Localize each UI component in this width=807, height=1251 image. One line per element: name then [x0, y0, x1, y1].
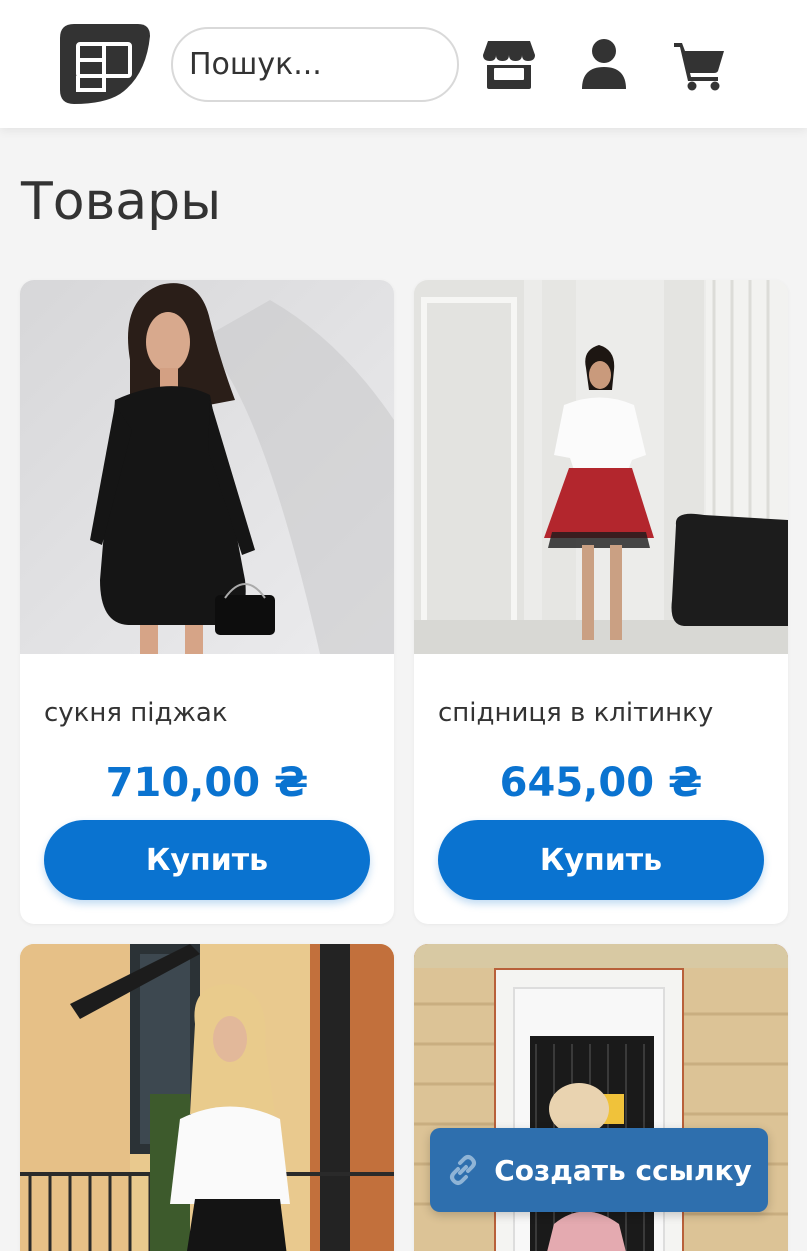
product-price: 710,00 ₴ — [105, 760, 309, 806]
top-header — [0, 0, 807, 128]
product-card[interactable] — [20, 944, 394, 1251]
product-name: спідниця в клітинку — [438, 698, 714, 728]
store-logo-icon[interactable] — [60, 24, 150, 104]
cart-icon[interactable] — [672, 37, 726, 91]
product-image[interactable] — [414, 280, 788, 654]
product-name: сукня піджак — [44, 698, 228, 728]
product-price: 645,00 ₴ — [499, 760, 703, 806]
product-image[interactable] — [20, 944, 394, 1251]
create-link-button[interactable]: Создать ссылку — [430, 1128, 768, 1212]
product-card[interactable]: спідниця в клітинку 645,00 ₴ Купить — [414, 280, 788, 924]
product-card[interactable]: сукня піджак 710,00 ₴ Купить — [20, 280, 394, 924]
search-input[interactable] — [171, 27, 459, 102]
page-title: Товары — [21, 172, 222, 232]
storefront-icon[interactable] — [482, 37, 536, 91]
product-image[interactable] — [20, 280, 394, 654]
link-icon — [450, 1155, 477, 1185]
buy-button[interactable]: Купить — [438, 820, 764, 900]
buy-button[interactable]: Купить — [44, 820, 370, 900]
user-icon[interactable] — [577, 37, 631, 91]
create-link-label: Создать ссылку — [494, 1153, 752, 1187]
